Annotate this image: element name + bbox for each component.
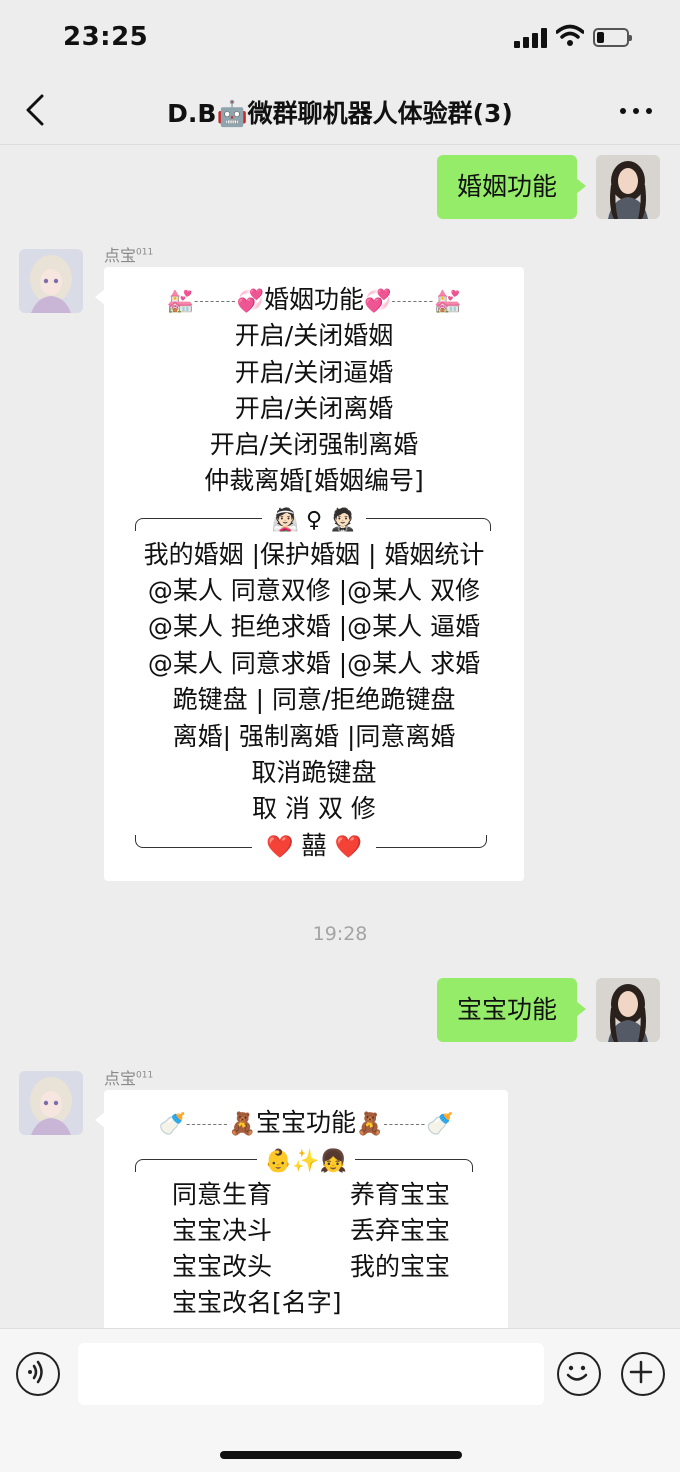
menu-line: 离婚| 强制离婚 |同意离婚 — [172, 722, 456, 751]
chat-area[interactable]: 婚姻功能 点宝011 💒--------💞婚姻功能💞--------💒 开启/关… — [0, 145, 680, 1328]
menu-line: 开启/关闭强制离婚 — [209, 430, 419, 459]
menu-item: 我的宝宝 — [350, 1252, 451, 1281]
signal-icon — [514, 28, 548, 48]
wifi-icon — [556, 24, 584, 46]
emoji-icon[interactable] — [557, 1352, 601, 1396]
menu-line: 开启/关闭逼婚 — [234, 358, 394, 387]
self-avatar[interactable] — [596, 978, 660, 1042]
baby-card-title: 🍼--------🧸宝宝功能🧸--------🍼 — [158, 1108, 454, 1137]
baby-menu-card[interactable]: 🍼--------🧸宝宝功能🧸--------🍼 👶✨👧 同意生育 养育宝宝 宝… — [95, 1090, 508, 1328]
menu-item: 养育宝宝 — [350, 1180, 451, 1209]
chat-title: D.B🤖微群聊机器人体验群(3) — [167, 99, 513, 128]
bot-avatar[interactable] — [19, 249, 83, 313]
menu-line: @某人 同意求婚 |@某人 求婚 — [147, 649, 481, 678]
menu-line: 跪键盘 | 同意/拒绝跪键盘 — [172, 685, 456, 714]
back-icon[interactable] — [20, 92, 50, 128]
marriage-card-title: 💒--------💞婚姻功能💞--------💒 — [166, 285, 462, 314]
status-time: 23:25 — [63, 22, 149, 52]
card-footer: ❤️ 囍 ❤️ — [104, 828, 524, 866]
menu-item: 宝宝改名[名字] — [172, 1288, 342, 1317]
menu-item: 宝宝决斗 — [172, 1216, 273, 1245]
menu-line: @某人 拒绝求婚 |@某人 逼婚 — [147, 612, 481, 641]
marriage-menu-card[interactable]: 💒--------💞婚姻功能💞--------💒 开启/关闭婚姻 开启/关闭逼婚… — [95, 267, 524, 881]
menu-line: @某人 同意双修 |@某人 双修 — [147, 576, 481, 605]
message-input[interactable] — [78, 1343, 544, 1405]
outgoing-message-baby[interactable]: 宝宝功能 — [436, 978, 587, 1042]
home-indicator — [220, 1451, 462, 1459]
battery-icon — [593, 28, 632, 47]
nav-bar: D.B🤖微群聊机器人体验群(3) — [0, 78, 680, 145]
menu-item: 宝宝改头 — [172, 1252, 273, 1281]
menu-line: 我的婚姻 |保护婚姻 | 婚姻统计 — [143, 540, 485, 569]
outgoing-message-marriage[interactable]: 婚姻功能 — [436, 155, 587, 219]
menu-line: 开启/关闭婚姻 — [234, 321, 394, 350]
menu-line: 取 消 双 修 — [252, 794, 376, 823]
couple-divider: 👰🏻 ♀ 🤵🏻 — [104, 501, 524, 539]
self-avatar[interactable] — [596, 155, 660, 219]
plus-icon[interactable] — [621, 1352, 665, 1396]
status-bar: 23:25 — [0, 0, 680, 78]
voice-icon[interactable] — [16, 1352, 60, 1396]
baby-divider: 👶✨👧 — [104, 1142, 508, 1180]
menu-line: 取消跪键盘 — [251, 758, 377, 787]
more-icon[interactable] — [616, 96, 656, 126]
sender-name: 点宝011 — [104, 246, 154, 265]
menu-line: 仲裁离婚[婚姻编号] — [204, 466, 424, 495]
menu-item: 丢弃宝宝 — [350, 1216, 451, 1245]
menu-line: 开启/关闭离婚 — [234, 394, 394, 423]
menu-item: 同意生育 — [172, 1180, 273, 1209]
timestamp: 19:28 — [312, 923, 368, 945]
bot-avatar[interactable] — [19, 1071, 83, 1135]
sender-name: 点宝011 — [104, 1069, 154, 1088]
